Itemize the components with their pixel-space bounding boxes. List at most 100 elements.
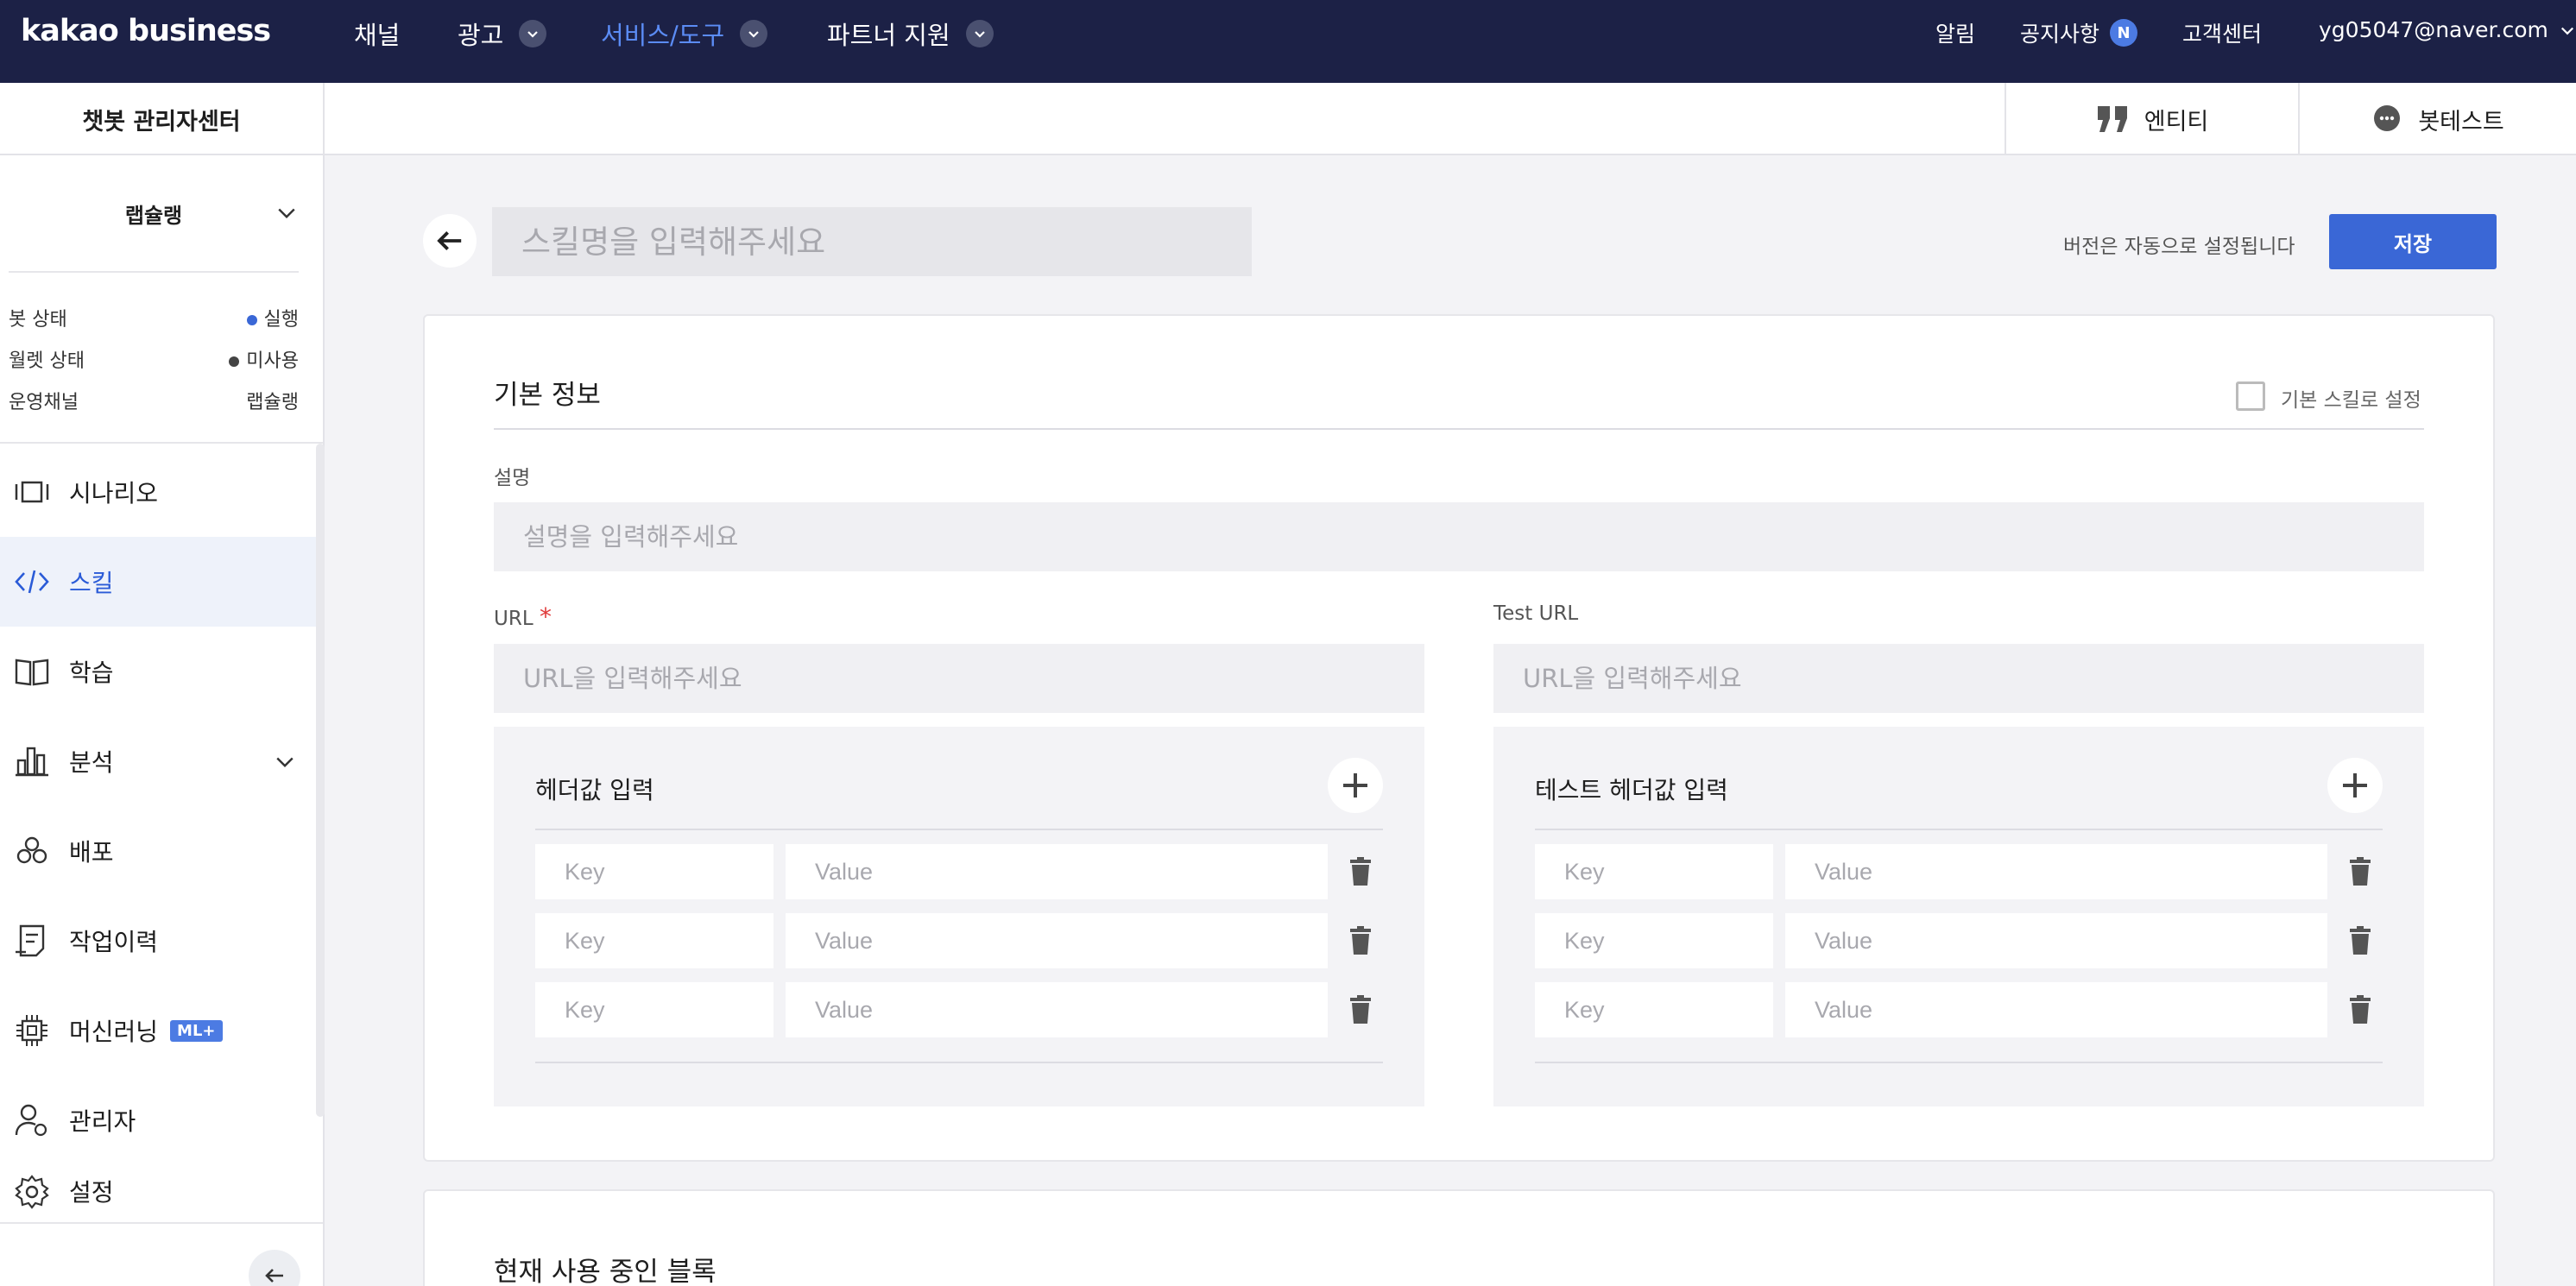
url-label-text: URL <box>494 608 534 630</box>
chevron-down-icon <box>740 20 768 47</box>
divider <box>535 1062 1383 1063</box>
back-button[interactable] <box>423 214 477 268</box>
chatbot-admin-title: 챗봇 관리자센터 <box>0 83 325 155</box>
sidebar-item-deploy[interactable]: 배포 <box>0 806 316 896</box>
sidebar-item-skill[interactable]: 스킬 <box>0 537 316 627</box>
sidebar-item-label: 설정 <box>69 1178 114 1207</box>
chevron-down-icon <box>519 20 547 47</box>
test-header-key-input[interactable] <box>1535 844 1773 899</box>
test-header-value-input[interactable] <box>1785 913 2327 968</box>
nav-ads[interactable]: 광고 <box>458 16 547 52</box>
quote-icon <box>2097 106 2127 132</box>
sidebar-item-label: 시나리오 <box>69 479 159 507</box>
account-menu[interactable]: yg05047@naver.com <box>2319 17 2576 42</box>
header-value-input[interactable] <box>786 913 1328 968</box>
test-header-value-input[interactable] <box>1785 982 2327 1037</box>
description-input[interactable] <box>494 502 2424 571</box>
trash-icon[interactable] <box>2345 925 2376 956</box>
url-input[interactable] <box>494 644 1424 713</box>
add-header-button[interactable] <box>1328 758 1383 813</box>
blocks-in-use-card <box>423 1189 2495 1286</box>
sidebar-scrollbar[interactable] <box>316 444 325 1117</box>
plus-icon <box>2343 773 2367 797</box>
nav-channel[interactable]: 채널 <box>354 16 400 52</box>
divider <box>535 829 1383 830</box>
required-mark: * <box>539 602 552 631</box>
code-icon <box>15 570 49 594</box>
settings-icon <box>15 1175 49 1209</box>
trash-icon[interactable] <box>1345 994 1376 1025</box>
header-key-input[interactable] <box>535 982 773 1037</box>
trash-icon[interactable] <box>1345 856 1376 887</box>
default-skill-checkbox[interactable] <box>2236 381 2265 411</box>
bot-selector[interactable]: 랩슐랭 <box>9 155 299 273</box>
notice-link[interactable]: 공지사항 N <box>2020 17 2138 48</box>
divider <box>494 428 2424 430</box>
status-dot <box>229 356 240 367</box>
bottest-button[interactable]: 봇테스트 <box>2298 83 2576 155</box>
sidebar-item-ml[interactable]: 머신러닝 ML+ <box>0 986 316 1075</box>
notice-label: 공지사항 <box>2020 22 2100 47</box>
account-email: yg05047@naver.com <box>2319 17 2548 42</box>
test-url-input[interactable] <box>1493 644 2424 713</box>
bottest-label: 봇테스트 <box>2418 108 2504 136</box>
scenario-icon <box>15 481 49 503</box>
alarm-link[interactable]: 알림 <box>1935 17 1975 48</box>
skill-name-input[interactable] <box>492 207 1252 276</box>
add-test-header-button[interactable] <box>2327 758 2383 813</box>
nav-services-tools[interactable]: 서비스/도구 <box>601 16 768 52</box>
nav-partner-label: 파트너 지원 <box>827 21 950 50</box>
chat-bubble-icon <box>2374 105 2401 131</box>
wallet-status-label: 월렛 상태 <box>9 350 85 372</box>
sidebar-item-learning[interactable]: 학습 <box>0 627 316 716</box>
divider <box>0 442 323 444</box>
support-link[interactable]: 고객센터 <box>2182 17 2262 48</box>
bot-status-value: 실행 <box>246 304 299 331</box>
trash-icon[interactable] <box>2345 856 2376 887</box>
plus-icon <box>1343 773 1367 797</box>
header-value-input[interactable] <box>786 982 1328 1037</box>
arrow-left-icon <box>437 231 462 250</box>
trash-icon[interactable] <box>1345 925 1376 956</box>
bot-status-row: 봇 상태 실행 <box>9 304 299 331</box>
nav-services-label: 서비스/도구 <box>601 21 725 50</box>
top-navigation: kakao business 채널 광고 서비스/도구 파트너 지원 알림 공지… <box>0 0 2576 83</box>
wallet-status-value: 미사용 <box>229 345 299 373</box>
sidebar-item-settings[interactable]: 설정 <box>0 1165 316 1222</box>
header-value-input[interactable] <box>786 844 1328 899</box>
sidebar-item-admin[interactable]: 관리자 <box>0 1075 316 1165</box>
test-header-key-input[interactable] <box>1535 982 1773 1037</box>
header-key-input[interactable] <box>535 844 773 899</box>
chip-icon <box>16 1015 47 1046</box>
nav-channel-label: 채널 <box>354 21 401 50</box>
divider <box>1535 829 2383 830</box>
divider <box>0 1222 323 1224</box>
test-header-values-title: 테스트 헤더값 입력 <box>1535 776 1728 804</box>
bot-name: 랩슐랭 <box>124 203 183 228</box>
collapse-sidebar-button[interactable] <box>249 1250 300 1286</box>
sidebar: 랩슐랭 봇 상태 실행 월렛 상태 미사용 운영채널 랩슐랭 시나리오 스킬 학… <box>0 155 325 1286</box>
version-note: 버전은 자동으로 설정됩니다 <box>2063 236 2295 258</box>
entity-button[interactable]: 엔티티 <box>2005 83 2298 155</box>
sidebar-item-label: 머신러닝 <box>69 1018 159 1046</box>
test-header-key-input[interactable] <box>1535 913 1773 968</box>
trash-icon[interactable] <box>2345 994 2376 1025</box>
save-button[interactable]: 저장 <box>2329 214 2497 269</box>
sidebar-item-label: 학습 <box>69 659 114 687</box>
nav-partner-support[interactable]: 파트너 지원 <box>827 16 994 52</box>
sidebar-item-label: 관리자 <box>69 1107 136 1136</box>
kakao-business-logo[interactable]: kakao business <box>21 14 271 48</box>
chevron-down-icon <box>965 20 994 47</box>
sidebar-item-history[interactable]: 작업이력 <box>0 896 316 986</box>
basic-info-title: 기본 정보 <box>494 380 601 411</box>
sidebar-item-analysis[interactable]: 분석 <box>0 716 316 806</box>
sidebar-item-scenario[interactable]: 시나리오 <box>0 447 316 537</box>
entity-label: 엔티티 <box>2144 108 2209 136</box>
test-header-value-input[interactable] <box>1785 844 2327 899</box>
url-label: URL * <box>494 602 552 631</box>
description-label: 설명 <box>494 467 531 489</box>
sub-header: 챗봇 관리자센터 엔티티 봇테스트 <box>0 83 2576 155</box>
header-key-input[interactable] <box>535 913 773 968</box>
channel-value: 랩슐랭 <box>246 392 299 413</box>
sidebar-item-label: 분석 <box>69 748 114 777</box>
